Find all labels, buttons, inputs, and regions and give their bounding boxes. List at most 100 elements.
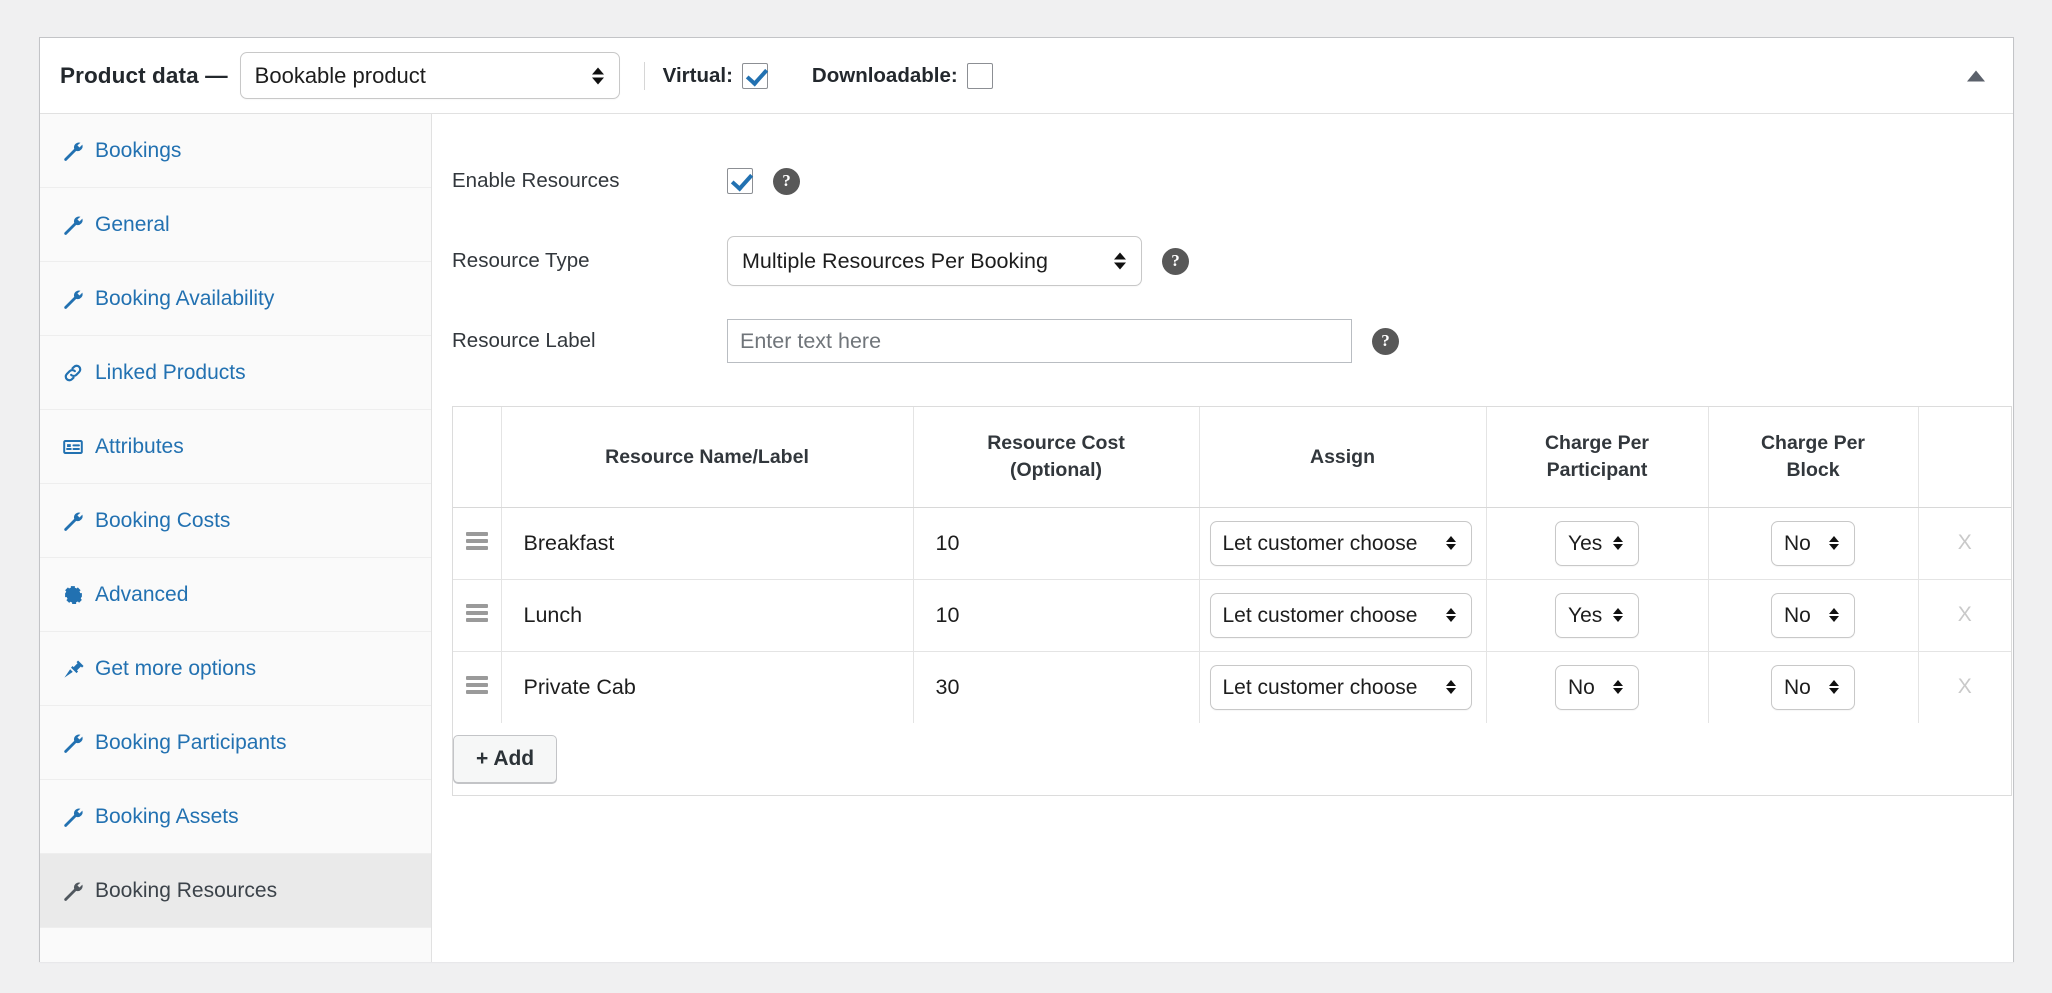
column-header-line1: Charge Per: [1544, 432, 1650, 455]
virtual-field: Virtual:: [662, 62, 768, 89]
wrench-icon: [60, 804, 86, 830]
table-footer-cell: + Add: [453, 723, 2011, 795]
charge-per-participant-select[interactable]: No: [1555, 664, 1639, 710]
downloadable-field: Downloadable:: [811, 62, 993, 89]
column-header-line2: Block: [1786, 458, 1840, 481]
help-icon[interactable]: ?: [1372, 327, 1399, 355]
column-header-resource-name: Resource Name/Label: [501, 407, 914, 508]
resource-name-input[interactable]: [501, 587, 913, 643]
table-row: Let customer choose: [453, 579, 2012, 652]
virtual-checkbox[interactable]: [741, 62, 768, 89]
resource-label-input[interactable]: [727, 319, 1352, 363]
plugin-icon: [60, 656, 86, 682]
product-type-select[interactable]: Bookable product: [239, 52, 620, 99]
enable-resources-checkbox[interactable]: [727, 168, 753, 194]
assign-cell: Let customer choose: [1199, 507, 1487, 580]
assign-select[interactable]: Let customer choose: [1209, 520, 1472, 566]
column-header-line1: Charge Per: [1760, 432, 1866, 455]
wrench-icon: [60, 212, 86, 238]
sidebar-item-booking-participants[interactable]: Booking Participants: [40, 706, 431, 780]
downloadable-label: Downloadable:: [811, 63, 958, 87]
remove-row-button[interactable]: X: [1919, 603, 2012, 627]
resource-cost-input[interactable]: [913, 659, 1199, 716]
column-header-resource-cost: Resource Cost (Optional): [913, 407, 1200, 508]
wrench-icon: [60, 878, 86, 904]
sidebar-item-booking-availability[interactable]: Booking Availability: [40, 262, 431, 336]
sidebar-item-label: Booking Resources: [95, 878, 278, 902]
drag-handle-icon[interactable]: [465, 675, 488, 694]
resource-type-select[interactable]: Multiple Resources Per Booking: [727, 236, 1142, 286]
sidebar-item-label: Get more options: [95, 656, 257, 680]
row-drag-cell[interactable]: [453, 579, 502, 652]
sidebar-item-bookings[interactable]: Bookings: [40, 114, 431, 188]
sidebar-item-label: Booking Participants: [95, 730, 287, 754]
assign-select[interactable]: Let customer choose: [1209, 664, 1472, 710]
resource-name-input[interactable]: [501, 515, 913, 571]
row-drag-cell[interactable]: [453, 507, 502, 580]
sidebar-item-booking-costs[interactable]: Booking Costs: [40, 484, 431, 558]
remove-row-button[interactable]: X: [1919, 531, 2012, 555]
remove-cell: X: [1918, 507, 2012, 580]
sidebar-item-attributes[interactable]: Attributes: [40, 410, 431, 484]
row-drag-cell[interactable]: [453, 651, 502, 723]
sidebar-item-advanced[interactable]: Advanced: [40, 558, 431, 632]
help-icon-glyph: ?: [782, 170, 791, 190]
drag-handle-icon[interactable]: [465, 603, 488, 622]
charge-per-block-select[interactable]: No: [1771, 520, 1855, 566]
resources-table: Resource Name/Label Resource Cost (Optio…: [453, 407, 2011, 795]
virtual-label: Virtual:: [662, 63, 733, 87]
charge-per-block-select[interactable]: No: [1771, 664, 1855, 710]
wrench-icon: [60, 730, 86, 756]
column-header-line2: (Optional): [1009, 458, 1103, 481]
resources-table-foot: + Add: [453, 723, 2011, 795]
cpb-select-wrap: No: [1771, 520, 1855, 566]
screen: Product data — Bookable product Virtual:…: [0, 0, 2052, 993]
charge-per-participant-cell: Yes: [1486, 579, 1709, 652]
charge-per-block-cell: No: [1708, 507, 1919, 580]
cpb-select-wrap: No: [1771, 664, 1855, 710]
resource-name-input[interactable]: [501, 659, 913, 716]
charge-per-participant-select[interactable]: Yes: [1555, 520, 1639, 566]
assign-select[interactable]: Let customer choose: [1209, 592, 1472, 638]
add-resource-button[interactable]: + Add: [453, 735, 558, 783]
remove-row-button[interactable]: X: [1919, 675, 2012, 699]
triangle-up-icon[interactable]: [1967, 70, 1985, 81]
sidebar-item-linked-products[interactable]: Linked Products: [40, 336, 431, 410]
resource-cost-input[interactable]: [913, 515, 1199, 571]
metabox-body: Bookings General Booking Availability Li…: [40, 114, 2013, 962]
charge-per-block-cell: No: [1708, 579, 1919, 652]
resource-label-label: Resource Label: [452, 329, 596, 352]
header-divider: [643, 61, 645, 90]
cpp-cell-box: Yes: [1487, 520, 1708, 566]
downloadable-checkbox[interactable]: [966, 62, 993, 89]
sidebar-item-label: Advanced: [95, 582, 189, 606]
resource-cost-input[interactable]: [913, 587, 1199, 643]
sidebar-item-label: Booking Costs: [95, 508, 231, 532]
sidebar-item-booking-resources[interactable]: Booking Resources: [40, 854, 431, 928]
help-icon-glyph: ?: [1381, 330, 1390, 350]
assign-cell-box: Let customer choose: [1200, 664, 1486, 710]
resource-label-row: Resource Label ?: [432, 316, 2013, 366]
charge-per-participant-select[interactable]: Yes: [1555, 592, 1639, 638]
table-row: Let customer choose: [453, 651, 2011, 723]
charge-per-block-select[interactable]: No: [1771, 592, 1855, 638]
sidebar-item-label: Booking Availability: [95, 286, 275, 310]
wrench-icon: [60, 138, 86, 164]
wrench-icon: [60, 508, 86, 534]
assign-cell: Let customer choose: [1199, 651, 1487, 723]
sidebar-item-booking-assets[interactable]: Booking Assets: [40, 780, 431, 854]
sidebar-item-get-more-options[interactable]: Get more options: [40, 632, 431, 706]
sidebar-item-general[interactable]: General: [40, 188, 431, 262]
help-icon[interactable]: ?: [1162, 247, 1189, 275]
resource-name-cell: [501, 507, 914, 580]
cpp-cell-box: Yes: [1487, 592, 1708, 638]
cpp-select-wrap: Yes: [1555, 520, 1639, 566]
cpp-cell-box: No: [1487, 664, 1708, 710]
metabox-header: Product data — Bookable product Virtual:…: [40, 38, 2013, 114]
column-header-charge-per-participant: Charge Per Participant: [1486, 407, 1709, 508]
charge-per-participant-cell: No: [1486, 651, 1709, 723]
charge-per-block-cell: No: [1708, 651, 1919, 723]
help-icon[interactable]: ?: [773, 167, 800, 195]
resources-table-body: Let customer choose: [453, 507, 2011, 723]
drag-handle-icon[interactable]: [465, 531, 488, 550]
